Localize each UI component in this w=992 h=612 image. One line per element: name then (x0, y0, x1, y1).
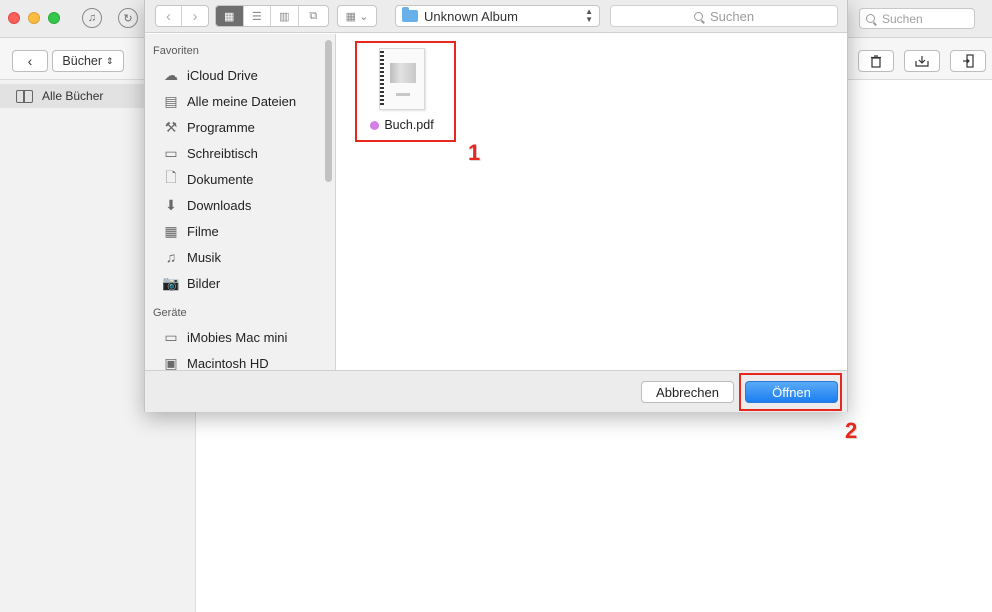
coverflow-view-button[interactable]: ⧉ (299, 6, 328, 26)
sidebar-item-label: Filme (187, 223, 219, 239)
dialog-toolbar: ‹ › ▦ ☰ ▥ ⧉ ▦ ⌄ Unknown Album ▲ ▼ Suchen (145, 0, 847, 33)
arrange-menu-button[interactable]: ▦ ⌄ (337, 5, 377, 27)
sidebar-item-downloads[interactable]: ⬇ Downloads (161, 194, 251, 216)
column-view-button[interactable]: ▥ (271, 6, 299, 26)
search-icon (693, 11, 703, 21)
app-search-field[interactable]: Suchen (859, 8, 975, 29)
sidebar-item-icloud-drive[interactable]: ☁ iCloud Drive (161, 64, 258, 86)
highlight-file-box (355, 41, 456, 142)
import-icon (963, 54, 974, 68)
list-view-button[interactable]: ☰ (244, 6, 272, 26)
download-tray-icon (915, 56, 929, 67)
step-number-2: 2 (845, 418, 858, 443)
sidebar-item-label: Downloads (187, 197, 252, 213)
downloads-icon: ⬇ (165, 196, 177, 213)
columns-icon: ▥ (279, 10, 290, 23)
window-close-button[interactable] (8, 12, 20, 24)
all-files-icon: ▤ (164, 92, 178, 109)
window-minimize-button[interactable] (28, 12, 40, 24)
sidebar-item-label: Schreibtisch (187, 145, 258, 161)
sidebar-item-documents[interactable]: 🗋 Dokumente (161, 168, 253, 190)
chevron-left-icon: ‹ (166, 7, 171, 25)
sidebar-item-label: Bilder (187, 275, 221, 291)
music-icon: ♫ (165, 249, 177, 265)
chevron-right-icon: › (192, 7, 198, 25)
updown-chevron-icon: ⇕ (106, 55, 114, 66)
location-label: Unknown Album (424, 8, 518, 24)
window-zoom-button[interactable] (48, 12, 60, 24)
sidebar-item-label: Macintosh HD (187, 355, 269, 371)
step-number-1: 1 (468, 140, 481, 165)
trash-icon (871, 54, 881, 68)
devices-heading: Geräte (153, 307, 187, 319)
dialog-search-placeholder: Suchen (709, 8, 755, 24)
grid-icon: ▦ (224, 10, 235, 23)
pictures-icon: 📷 (162, 274, 180, 291)
cloud-icon: ☁ (164, 66, 178, 83)
back-button[interactable]: ‹ (12, 50, 48, 72)
open-file-dialog: ‹ › ▦ ☰ ▥ ⧉ ▦ ⌄ Unknown Album ▲ ▼ Suchen … (144, 0, 848, 412)
sidebar-item-label: iCloud Drive (187, 67, 258, 83)
dialog-sidebar: Favoriten ☁ iCloud Drive ▤ Alle meine Da… (145, 34, 336, 370)
music-note-icon[interactable]: ♫ (82, 8, 102, 28)
sidebar-item-label: Alle Bücher (42, 89, 104, 103)
favorites-heading: Favoriten (153, 45, 199, 57)
list-icon: ☰ (251, 10, 262, 23)
category-selector-label: Bücher (62, 54, 103, 68)
sidebar-item-label: iMobies Mac mini (187, 329, 288, 345)
highlight-open-button-box (739, 373, 842, 411)
book-icon (16, 89, 33, 103)
refresh-icon[interactable]: ↻ (118, 8, 138, 28)
cancel-button[interactable]: Abbrechen (641, 381, 734, 403)
import-to-device-button[interactable] (950, 50, 986, 72)
sidebar-item-mac-mini[interactable]: ▭ iMobies Mac mini (161, 326, 287, 348)
view-mode-selector: ▦ ☰ ▥ ⧉ (215, 5, 329, 27)
nav-back-forward: ‹ › (155, 5, 209, 27)
folder-icon (402, 7, 418, 22)
app-search-placeholder: Suchen (882, 11, 923, 26)
export-to-computer-button[interactable] (904, 50, 940, 72)
movies-icon: ▦ (164, 222, 178, 239)
sidebar-item-music[interactable]: ♫ Musik (161, 246, 221, 268)
documents-icon: 🗋 (165, 169, 177, 185)
arrange-grid-icon: ▦ ⌄ (345, 10, 369, 23)
hard-drive-icon: ▣ (164, 354, 178, 371)
sidebar-item-macintosh-hd[interactable]: ▣ Macintosh HD (161, 352, 269, 371)
delete-button[interactable] (858, 50, 894, 72)
sidebar-item-label: Dokumente (187, 171, 254, 187)
search-icon (866, 14, 875, 23)
dialog-search-field[interactable]: Suchen (610, 5, 838, 27)
applications-icon: ⚒ (164, 118, 178, 135)
nav-back-button[interactable]: ‹ (156, 6, 183, 26)
sidebar-item-pictures[interactable]: 📷 Bilder (161, 272, 220, 294)
sidebar-scrollbar[interactable] (325, 40, 332, 182)
mac-mini-icon: ▭ (164, 328, 178, 345)
icon-view-button[interactable]: ▦ (216, 6, 244, 26)
sidebar-item-desktop[interactable]: ▭ Schreibtisch (161, 142, 258, 164)
location-popup[interactable]: Unknown Album ▲ ▼ (395, 5, 600, 27)
sidebar-item-label: Alle meine Dateien (187, 93, 297, 109)
nav-forward-button[interactable]: › (182, 6, 208, 26)
sidebar-item-movies[interactable]: ▦ Filme (161, 220, 219, 242)
sidebar-item-all-files[interactable]: ▤ Alle meine Dateien (161, 90, 296, 112)
updown-chevron-icon: ▲ ▼ (585, 7, 593, 24)
sidebar-item-label: Programme (187, 119, 255, 135)
sidebar-item-label: Musik (187, 249, 221, 265)
desktop-icon: ▭ (164, 144, 178, 161)
chevron-left-icon: ‹ (27, 53, 33, 69)
category-selector[interactable]: Bücher ⇕ (52, 50, 124, 72)
sidebar-item-applications[interactable]: ⚒ Programme (161, 116, 255, 138)
coverflow-icon: ⧉ (309, 9, 318, 22)
